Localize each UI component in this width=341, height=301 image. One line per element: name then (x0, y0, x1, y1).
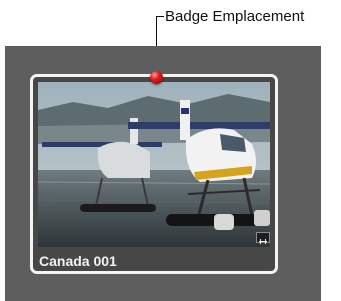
badge-emplacement-label: Badge Emplacement (165, 8, 305, 25)
filmstrip-badge-icon (256, 232, 270, 244)
badge-emplacement-marker (150, 71, 163, 84)
photo-thumbnail[interactable]: Canada 001 (30, 74, 278, 274)
stage: Badge Emplacement Canada 001 (0, 0, 341, 301)
thumbnail-title: Canada 001 (39, 253, 117, 269)
callout-leader-horizontal (156, 16, 164, 17)
seaplane-photo (38, 82, 270, 247)
